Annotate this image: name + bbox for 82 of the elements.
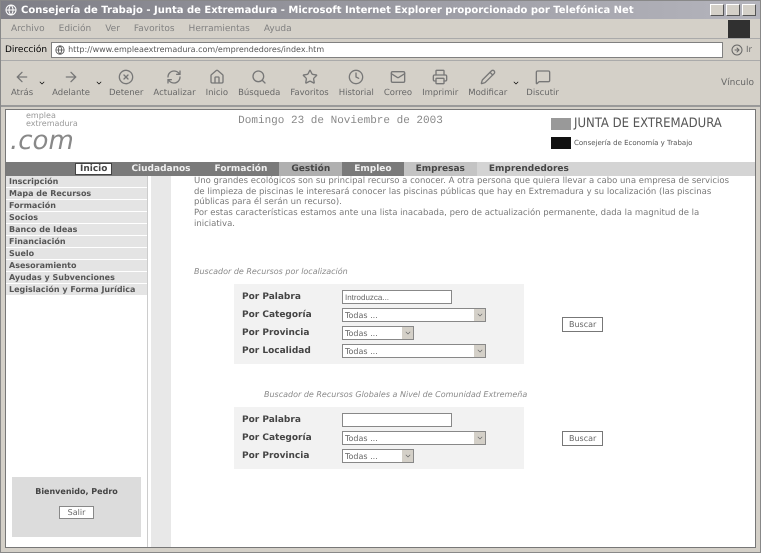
sidebar-item[interactable]: Formación <box>6 200 147 212</box>
refresh-icon <box>166 68 182 84</box>
flag-icon <box>551 118 571 130</box>
sidebar-item[interactable]: Mapa de Recursos <box>6 188 147 200</box>
close-button[interactable] <box>742 4 756 16</box>
search-title: Buscador de Recursos Globales a Nivel de Comunidad Extremeña <box>264 390 528 400</box>
star-icon <box>302 68 318 84</box>
field-label: Por Provincia <box>242 328 310 338</box>
menu-item[interactable]: Ayuda <box>264 24 292 34</box>
sidebar-item[interactable]: Legislación y Forma Jurídica <box>6 284 147 296</box>
site-logo: emplea extremadura .com <box>10 112 79 158</box>
toolbar-button[interactable]: Inicio <box>202 68 232 98</box>
date: Domingo 23 de Noviembre de 2003 <box>237 114 444 129</box>
search-icon <box>251 68 268 84</box>
welcome-text: Bienvenido, Pedro <box>35 487 118 496</box>
address-label: Dirección <box>5 44 48 54</box>
field-label: Por Localidad <box>242 346 312 356</box>
menu-item[interactable]: Archivo <box>11 24 45 34</box>
search-button[interactable]: Buscar <box>562 430 604 446</box>
sidebar-item[interactable]: Socios <box>6 212 147 224</box>
field-label: Por Categoría <box>242 310 313 320</box>
toolbar-button[interactable]: Favoritos <box>286 68 333 98</box>
field-label: Por Categoría <box>242 433 313 444</box>
stop-icon <box>118 68 134 84</box>
sidebar-item[interactable]: Banco de Ideas <box>6 224 147 236</box>
toolbar-button[interactable]: Adelante <box>48 68 103 98</box>
sidebar-item[interactable]: Suelo <box>6 248 147 260</box>
sidebar-item[interactable]: Asesoramiento <box>6 260 147 272</box>
select-field[interactable]: Todas ... <box>342 449 414 464</box>
home-icon <box>208 68 225 84</box>
select-field[interactable]: Todas ... <box>342 431 486 446</box>
toolbar-button[interactable]: Modificar <box>464 68 520 98</box>
toolbar-button[interactable]: Actualizar <box>149 68 200 98</box>
go-button[interactable]: Ir <box>726 44 756 56</box>
toolbar-button[interactable]: Detener <box>104 68 148 98</box>
minimize-button[interactable] <box>710 4 724 16</box>
toolbar-button[interactable]: Atrás <box>7 68 46 98</box>
emblem-icon <box>551 137 571 149</box>
page-icon <box>55 44 66 54</box>
printer-icon <box>432 68 448 84</box>
maximize-button[interactable] <box>726 4 740 16</box>
select-field[interactable]: Todas ... <box>342 326 414 340</box>
sidebar-item[interactable]: Financiación <box>6 236 147 248</box>
nav-tab[interactable]: Gestión <box>279 162 342 176</box>
nav-tab[interactable]: Inicio <box>76 164 112 174</box>
mail-icon <box>390 68 406 84</box>
sidebar-item[interactable]: Ayudas y Subvenciones <box>6 272 147 284</box>
toolbar-button[interactable]: Discutir <box>522 68 563 98</box>
input-field[interactable] <box>342 413 452 428</box>
dropdown-icon[interactable] <box>38 79 46 87</box>
select-field[interactable]: Todas ... <box>342 308 486 322</box>
globe-icon <box>5 4 17 16</box>
toolbar-button[interactable]: Búsqueda <box>234 68 284 98</box>
menu-item[interactable]: Ver <box>105 24 120 34</box>
field-label: Por Provincia <box>242 451 310 462</box>
menu-item[interactable]: Edición <box>58 24 92 34</box>
address-field[interactable]: http://www.empleaextremadura.com/emprendedores/index.htm <box>51 42 723 58</box>
pencil-icon <box>480 68 496 84</box>
input-field[interactable]: Introduzca... <box>342 290 452 304</box>
nav-tab[interactable]: Emprendedores <box>476 162 755 176</box>
menu-item[interactable]: Favoritos <box>134 24 175 34</box>
dropdown-icon[interactable] <box>512 79 520 87</box>
search-title: Buscador de Recursos por localización <box>194 267 349 276</box>
clock-icon <box>348 68 364 84</box>
intro-paragraph: Por estas características estamos ante una lista inacabada, pero de actualización permanente, dada la magnitud de la iniciativa. <box>194 208 700 230</box>
toolbar-button[interactable]: Historial <box>334 68 378 98</box>
nav-tab[interactable]: Empresas <box>404 162 477 176</box>
dropdown-icon[interactable] <box>94 79 103 87</box>
window-title: Consejería de Trabajo - Junta de Extremadura - Microsoft Internet Explorer proporcionado por Telefónica Net <box>21 4 634 16</box>
field-label: Por Palabra <box>242 415 302 426</box>
junta-title: JUNTA DE EXTREMADURA <box>574 116 722 131</box>
intro-paragraph: Uno grandes ecológicos son su principal recurso a conocer. A otra persona que quiera llevar a cabo una empresa de servicios de limpieza de piscinas le interesará conocer las piscinas públicas que hay en Extremadura y su localización (las piscinas públicas para él serán un recurso). <box>194 176 730 208</box>
toolbar-button[interactable]: Correo <box>380 68 416 98</box>
logout-button[interactable]: Salir <box>58 506 94 519</box>
toolbar-button[interactable]: Imprimir <box>418 68 462 98</box>
sidebar-item[interactable]: Inscripción <box>6 176 147 188</box>
select-field[interactable]: Todas ... <box>342 344 486 358</box>
field-label: Por Palabra <box>242 292 302 302</box>
links-label[interactable]: Vínculo <box>720 78 754 88</box>
search-button[interactable]: Buscar <box>562 316 604 332</box>
speech-bubble-icon <box>534 68 551 84</box>
menu-item[interactable]: Herramientas <box>188 24 250 34</box>
